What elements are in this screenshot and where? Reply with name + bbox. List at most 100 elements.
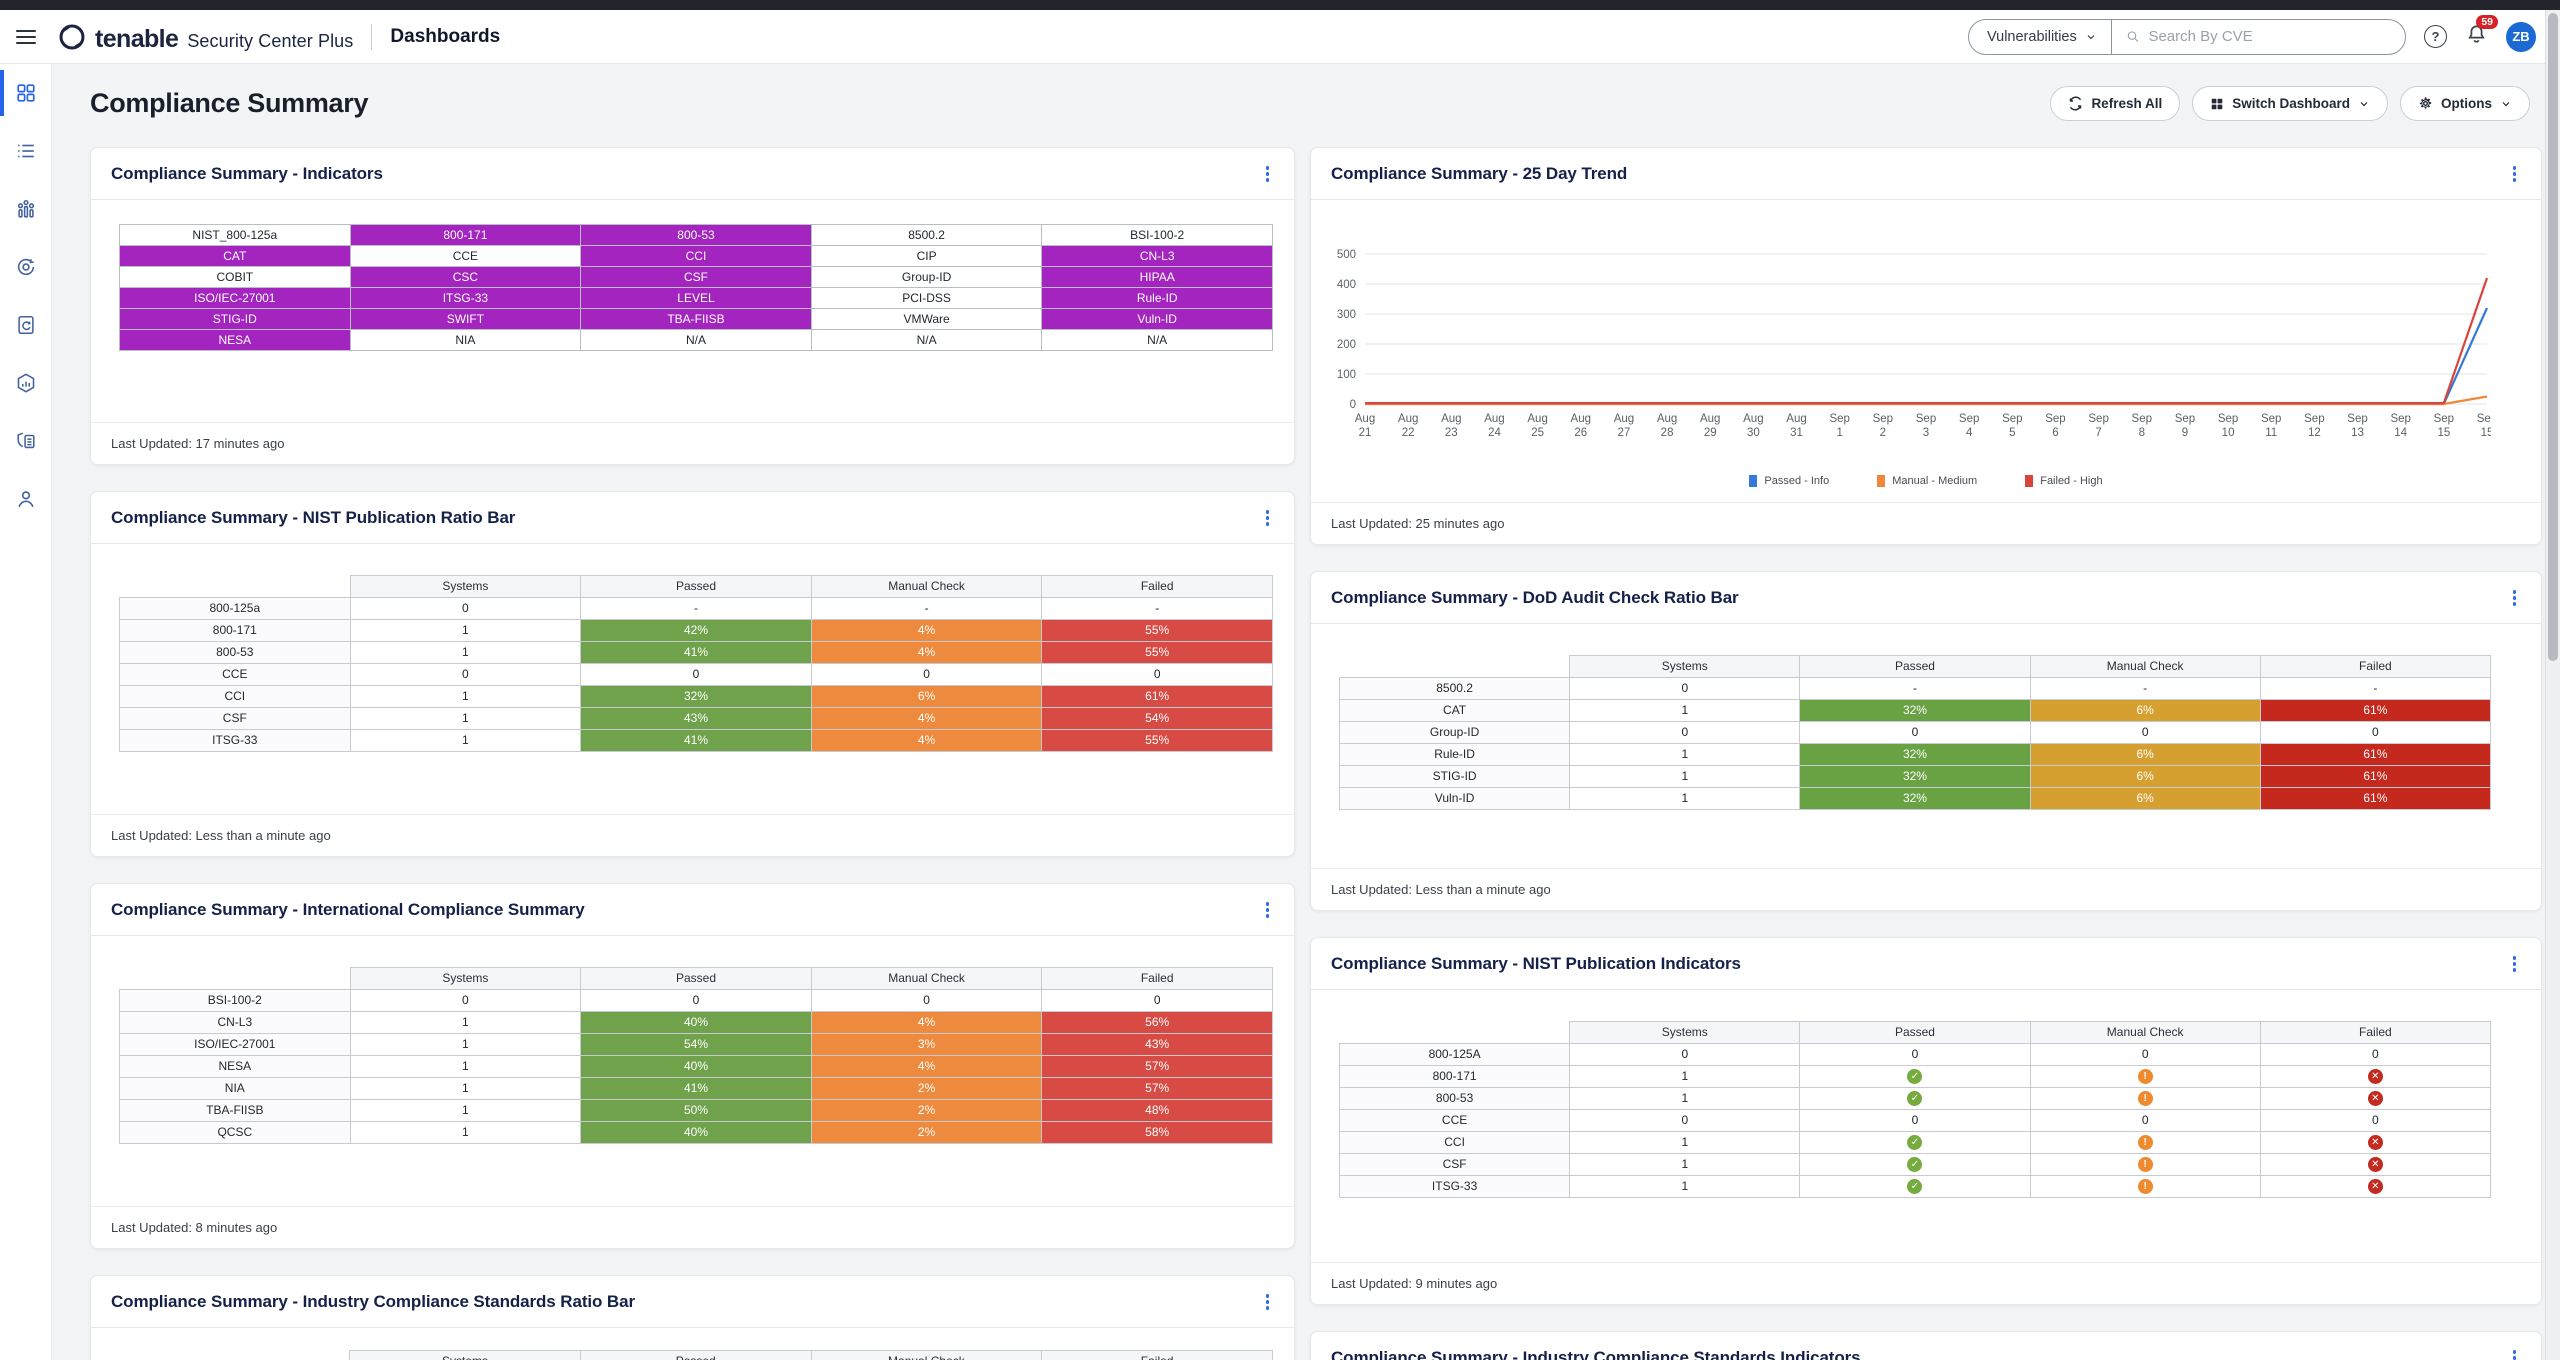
- indicator-cell[interactable]: Vuln-ID: [1042, 308, 1273, 329]
- value-cell[interactable]: !: [2030, 1065, 2260, 1087]
- value-cell[interactable]: !: [2030, 1175, 2260, 1197]
- value-cell[interactable]: 0: [2260, 721, 2490, 743]
- value-cell[interactable]: -: [2260, 677, 2490, 699]
- value-cell[interactable]: 1: [1570, 787, 1800, 809]
- indicator-cell[interactable]: ITSG-33: [350, 287, 581, 308]
- sidebar-item-list[interactable]: [0, 122, 51, 180]
- value-cell[interactable]: 0: [2030, 721, 2260, 743]
- value-cell[interactable]: 0: [1570, 1109, 1800, 1131]
- value-cell[interactable]: !: [2030, 1087, 2260, 1109]
- value-cell[interactable]: 1: [1570, 1065, 1800, 1087]
- value-cell[interactable]: 57%: [1042, 1055, 1273, 1077]
- indicator-cell[interactable]: CN-L3: [1042, 245, 1273, 266]
- value-cell[interactable]: 0: [811, 989, 1042, 1011]
- kebab-menu-icon[interactable]: [1261, 1291, 1275, 1313]
- value-cell[interactable]: -: [1800, 677, 2030, 699]
- search-input[interactable]: [2148, 28, 2391, 45]
- indicator-cell[interactable]: N/A: [1042, 329, 1273, 350]
- value-cell[interactable]: 54%: [1042, 707, 1273, 729]
- search-scope-dropdown[interactable]: Vulnerabilities: [1969, 20, 2111, 54]
- value-cell[interactable]: !: [2030, 1153, 2260, 1175]
- value-cell[interactable]: 1: [350, 1055, 581, 1077]
- value-cell[interactable]: 40%: [581, 1055, 812, 1077]
- value-cell[interactable]: 57%: [1042, 1077, 1273, 1099]
- avatar[interactable]: ZB: [2506, 22, 2536, 52]
- value-cell[interactable]: 6%: [2030, 699, 2260, 721]
- indicator-cell[interactable]: ISO/IEC-27001: [120, 287, 351, 308]
- value-cell[interactable]: ✕: [2260, 1065, 2490, 1087]
- indicator-cell[interactable]: HIPAA: [1042, 266, 1273, 287]
- indicator-cell[interactable]: 800-171: [350, 224, 581, 245]
- value-cell[interactable]: 1: [350, 707, 581, 729]
- value-cell[interactable]: 1: [350, 1121, 581, 1143]
- value-cell[interactable]: 61%: [2260, 787, 2490, 809]
- value-cell[interactable]: 0: [1800, 721, 2030, 743]
- value-cell[interactable]: 3%: [811, 1033, 1042, 1055]
- value-cell[interactable]: 4%: [811, 619, 1042, 641]
- value-cell[interactable]: 1: [350, 729, 581, 751]
- indicator-cell[interactable]: NESA: [120, 329, 351, 350]
- value-cell[interactable]: ✓: [1800, 1065, 2030, 1087]
- sidebar-item-dashboards[interactable]: [0, 64, 51, 122]
- value-cell[interactable]: 61%: [2260, 699, 2490, 721]
- value-cell[interactable]: 58%: [1042, 1121, 1273, 1143]
- value-cell[interactable]: 0: [1800, 1109, 2030, 1131]
- indicator-cell[interactable]: CCE: [350, 245, 581, 266]
- sidebar-item-policies[interactable]: [0, 412, 51, 470]
- value-cell[interactable]: 4%: [811, 1055, 1042, 1077]
- indicator-cell[interactable]: CSF: [581, 266, 812, 287]
- value-cell[interactable]: 0: [1800, 1043, 2030, 1065]
- value-cell[interactable]: ✓: [1800, 1153, 2030, 1175]
- value-cell[interactable]: 0: [1570, 721, 1800, 743]
- scrollbar-thumb[interactable]: [2548, 13, 2558, 661]
- value-cell[interactable]: -: [811, 597, 1042, 619]
- sidebar-item-analytics[interactable]: [0, 180, 51, 238]
- value-cell[interactable]: 0: [2260, 1109, 2490, 1131]
- value-cell[interactable]: 1: [350, 685, 581, 707]
- value-cell[interactable]: 4%: [811, 729, 1042, 751]
- sidebar-item-scans[interactable]: [0, 238, 51, 296]
- indicator-cell[interactable]: N/A: [581, 329, 812, 350]
- indicator-cell[interactable]: N/A: [811, 329, 1042, 350]
- value-cell[interactable]: !: [2030, 1131, 2260, 1153]
- value-cell[interactable]: 1: [1570, 743, 1800, 765]
- value-cell[interactable]: 0: [350, 597, 581, 619]
- value-cell[interactable]: ✕: [2260, 1087, 2490, 1109]
- sidebar-item-users[interactable]: [0, 470, 51, 528]
- value-cell[interactable]: 61%: [2260, 743, 2490, 765]
- kebab-menu-icon[interactable]: [2508, 163, 2522, 185]
- kebab-menu-icon[interactable]: [2508, 953, 2522, 975]
- value-cell[interactable]: 1: [350, 1077, 581, 1099]
- kebab-menu-icon[interactable]: [2508, 1347, 2522, 1360]
- value-cell[interactable]: -: [1042, 597, 1273, 619]
- value-cell[interactable]: 2%: [811, 1077, 1042, 1099]
- value-cell[interactable]: ✕: [2260, 1131, 2490, 1153]
- hamburger-menu-icon[interactable]: [16, 30, 36, 44]
- indicator-cell[interactable]: BSI-100-2: [1042, 224, 1273, 245]
- value-cell[interactable]: 0: [2030, 1109, 2260, 1131]
- indicator-cell[interactable]: 8500.2: [811, 224, 1042, 245]
- value-cell[interactable]: 0: [2260, 1043, 2490, 1065]
- kebab-menu-icon[interactable]: [1261, 163, 1275, 185]
- value-cell[interactable]: 55%: [1042, 619, 1273, 641]
- value-cell[interactable]: 50%: [581, 1099, 812, 1121]
- value-cell[interactable]: 0: [1570, 677, 1800, 699]
- value-cell[interactable]: 1: [1570, 1153, 1800, 1175]
- value-cell[interactable]: 0: [1042, 663, 1273, 685]
- indicator-cell[interactable]: NIST_800-125a: [120, 224, 351, 245]
- indicator-cell[interactable]: CIP: [811, 245, 1042, 266]
- value-cell[interactable]: 0: [811, 663, 1042, 685]
- value-cell[interactable]: 61%: [1042, 685, 1273, 707]
- value-cell[interactable]: 4%: [811, 707, 1042, 729]
- value-cell[interactable]: 48%: [1042, 1099, 1273, 1121]
- value-cell[interactable]: 43%: [581, 707, 812, 729]
- value-cell[interactable]: 1: [350, 1099, 581, 1121]
- notifications-button[interactable]: 59: [2465, 23, 2488, 51]
- indicator-cell[interactable]: 800-53: [581, 224, 812, 245]
- value-cell[interactable]: 55%: [1042, 641, 1273, 663]
- value-cell[interactable]: 32%: [1800, 787, 2030, 809]
- value-cell[interactable]: 2%: [811, 1099, 1042, 1121]
- value-cell[interactable]: 56%: [1042, 1011, 1273, 1033]
- indicator-cell[interactable]: SWIFT: [350, 308, 581, 329]
- refresh-all-button[interactable]: Refresh All: [2050, 86, 2180, 121]
